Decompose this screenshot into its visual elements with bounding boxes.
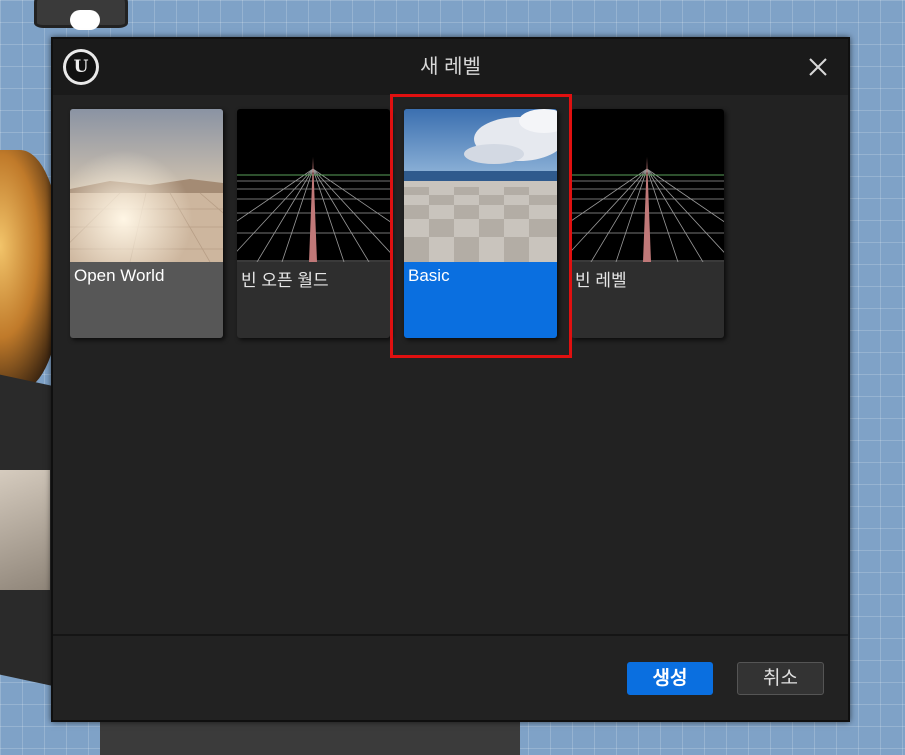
footer-divider <box>53 634 848 636</box>
create-button[interactable]: 생성 <box>627 662 713 695</box>
template-label: Basic <box>408 266 450 285</box>
dialog-titlebar[interactable]: U 새 레벨 <box>53 39 848 95</box>
template-label: 빈 오픈 월드 <box>241 271 329 290</box>
open-world-thumbnail <box>70 109 223 262</box>
template-open-world[interactable]: Open World <box>70 109 223 338</box>
dialog-title: 새 레벨 <box>420 56 481 78</box>
basic-sky-floor-thumbnail <box>404 109 557 262</box>
empty-grid-thumbnail <box>237 109 390 262</box>
cancel-button[interactable]: 취소 <box>737 662 824 695</box>
close-button[interactable] <box>806 55 830 79</box>
template-label: Open World <box>74 266 165 285</box>
empty-grid-thumbnail <box>571 109 724 262</box>
background-cloud-icon <box>70 10 100 30</box>
template-basic[interactable]: Basic <box>404 109 557 338</box>
background-box <box>0 470 50 590</box>
new-level-dialog: U 새 레벨 Open World 빈 오픈 월드 Basic 빈 레벨 생성 … <box>51 37 850 722</box>
close-icon <box>809 58 827 76</box>
template-empty-open-world[interactable]: 빈 오픈 월드 <box>237 109 390 338</box>
template-empty-level[interactable]: 빈 레벨 <box>571 109 724 338</box>
template-label: 빈 레벨 <box>575 271 627 290</box>
